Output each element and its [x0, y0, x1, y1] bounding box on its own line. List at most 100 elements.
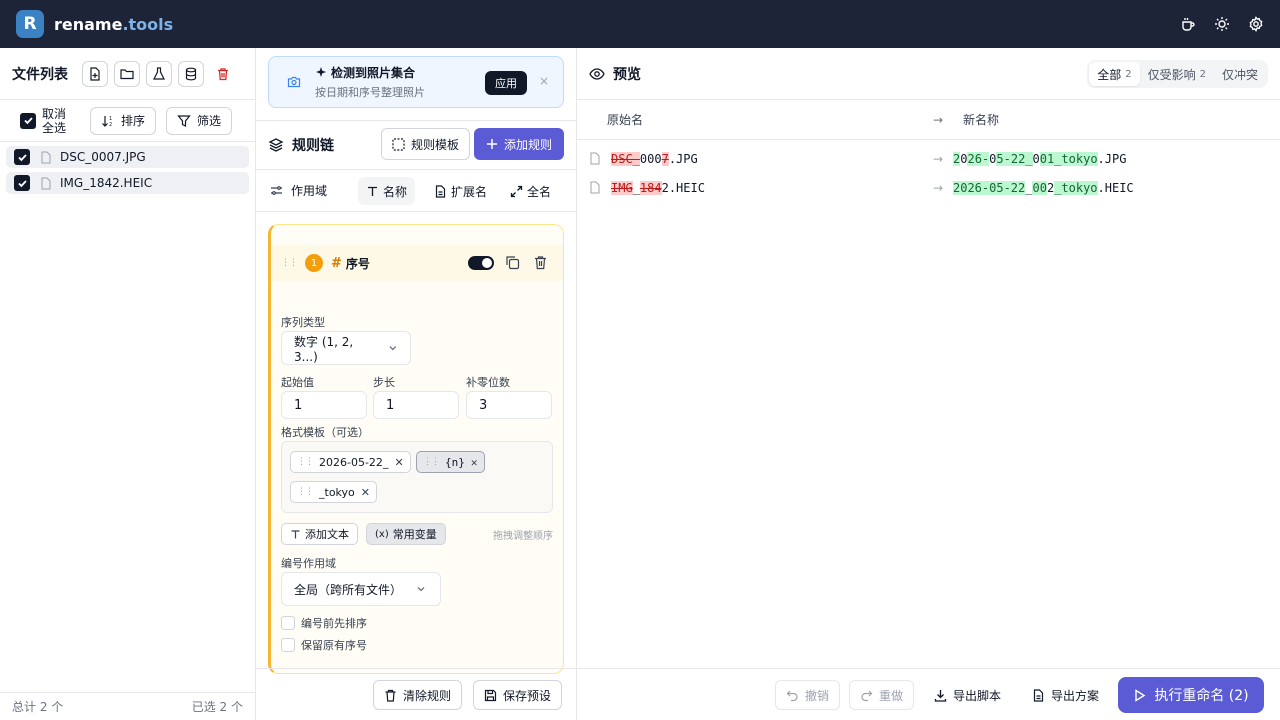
banner-title: 检测到照片集合	[315, 64, 425, 81]
start-input[interactable]: 1	[281, 391, 367, 419]
variable-chip[interactable]: ⋮⋮ {n} ✕	[416, 451, 485, 473]
sort-first-checkbox[interactable]	[281, 616, 295, 630]
scope-label: 作用域	[291, 184, 328, 198]
export-plan-button[interactable]: 导出方案	[1022, 680, 1109, 710]
file-name: IMG_1842.HEIC	[60, 176, 153, 190]
variable-icon: (x)	[375, 528, 389, 540]
close-icon[interactable]: ×	[539, 74, 549, 88]
added-segment: 00	[1032, 180, 1047, 195]
template-chip[interactable]: ⋮⋮ _tokyo ✕	[290, 481, 377, 503]
removed-segment: 184	[639, 180, 662, 195]
sort-icon: 12	[102, 115, 112, 128]
remove-chip-icon: ✕	[470, 455, 478, 469]
expand-icon	[510, 185, 523, 197]
numbering-scope-label: 编号作用域	[281, 557, 336, 570]
sun-icon[interactable]	[1212, 14, 1232, 34]
redo-button[interactable]: 重做	[849, 680, 915, 710]
original-name: DSC_0007.JPG	[611, 151, 698, 166]
file-checkbox[interactable]	[14, 175, 30, 191]
hash-icon: #	[331, 255, 342, 271]
file-text-icon	[435, 184, 446, 198]
export-script-button[interactable]: 导出脚本	[924, 680, 1011, 710]
trash-icon[interactable]	[533, 255, 548, 274]
total-count: 总计 2 个	[12, 700, 64, 714]
preview-row[interactable]: DSC_0007.JPG → 2026-05-22_001_tokyo.JPG	[577, 144, 1280, 173]
brand-name: rename	[54, 14, 123, 34]
file-text-icon	[1033, 688, 1044, 702]
file-row[interactable]: DSC_0007.JPG	[6, 146, 249, 168]
filter-conflicts[interactable]: 仅冲突	[1214, 62, 1266, 86]
template-chip[interactable]: ⋮⋮ 2026-05-22_ ✕	[290, 451, 411, 473]
save-icon	[484, 689, 497, 701]
add-file-button[interactable]	[82, 60, 108, 87]
undo-button[interactable]: 撤销	[775, 680, 841, 710]
file-name: DSC_0007.JPG	[60, 150, 146, 164]
seq-type-select[interactable]: 数字 (1, 2, 3...)	[281, 331, 411, 365]
drag-handle-icon[interactable]: ⋮⋮	[281, 258, 298, 268]
filter-button[interactable]: 筛选	[166, 106, 233, 135]
app-logo[interactable]: R	[16, 10, 44, 38]
filter-affected[interactable]: 仅受影响 2	[1140, 62, 1214, 86]
file-icon	[590, 152, 600, 165]
kept-segment: 0	[1032, 151, 1040, 166]
flask-button[interactable]	[146, 60, 172, 87]
select-all-checkbox[interactable]	[20, 112, 36, 129]
added-segment: 01_tokyo	[1039, 151, 1098, 166]
sliders-icon	[271, 186, 282, 195]
rule-enabled-toggle[interactable]	[468, 256, 494, 270]
common-vars-button[interactable]: (x) 常用变量	[366, 523, 446, 545]
add-rule-button[interactable]: 添加规则	[474, 128, 564, 160]
kept-segment: 000	[639, 151, 662, 166]
open-folder-button[interactable]	[114, 60, 140, 87]
trash-icon[interactable]	[210, 60, 236, 87]
download-icon	[934, 689, 947, 702]
pad-input[interactable]: 3	[466, 391, 552, 419]
save-preset-button[interactable]: 保存预设	[473, 680, 563, 710]
file-checkbox[interactable]	[14, 149, 30, 165]
kept-segment: .JPG	[668, 151, 698, 166]
file-row[interactable]: IMG_1842.HEIC	[6, 172, 249, 194]
settings-icon[interactable]	[1246, 14, 1266, 34]
sort-button[interactable]: 12 排序	[90, 106, 157, 135]
rule-name: 序号	[345, 256, 370, 271]
file-list-header: 文件列表	[0, 48, 255, 100]
remove-chip-icon: ✕	[394, 455, 404, 469]
added-segment: _tokyo	[1054, 180, 1098, 195]
tab-extension[interactable]: 扩展名	[426, 177, 495, 205]
kept-segment: .HEIC	[1097, 180, 1134, 195]
original-name: IMG_1842.HEIC	[611, 180, 705, 195]
drag-hint: 拖拽调整顺序	[493, 531, 553, 542]
keep-original-option[interactable]: 保留原有序号	[281, 637, 367, 653]
sort-first-option[interactable]: 编号前先排序	[281, 615, 367, 631]
new-name: 2026-05-22_001_tokyo.JPG	[953, 151, 1126, 166]
format-template-box[interactable]: ⋮⋮ 2026-05-22_ ✕ ⋮⋮ {n} ✕ ⋮⋮ _tokyo ✕	[281, 441, 553, 513]
kept-segment: 2.HEIC	[661, 180, 705, 195]
filter-all[interactable]: 全部 2	[1089, 62, 1140, 86]
apply-button[interactable]: 应用	[485, 71, 527, 95]
run-rename-button[interactable]: 执行重命名 (2)	[1118, 677, 1264, 713]
coffee-icon[interactable]	[1178, 14, 1198, 34]
sort-label: 排序	[121, 114, 146, 128]
added-segment: 2026-05-22	[953, 180, 1026, 195]
app-brand[interactable]: rename.tools	[54, 15, 173, 34]
add-text-button[interactable]: 添加文本	[281, 523, 358, 545]
tab-fullname[interactable]: 全名	[502, 177, 559, 205]
text-icon	[368, 186, 377, 196]
database-button[interactable]	[178, 60, 204, 87]
preview-row[interactable]: IMG_1842.HEIC → 2026-05-22_002_tokyo.HEI…	[577, 173, 1280, 202]
select-all-toggle[interactable]: 取消 全选	[20, 107, 68, 135]
grip-icon: ⋮⋮	[297, 457, 314, 467]
tab-name[interactable]: 名称	[358, 177, 416, 205]
added-segment: 26-	[967, 151, 990, 166]
duplicate-icon[interactable]	[505, 255, 520, 274]
clear-rules-button[interactable]: 清除规则	[373, 680, 463, 710]
rules-panel: 检测到照片集合 按日期和序号整理照片 应用 × 规则链 规则模板 添加规则 作用…	[256, 48, 577, 720]
text-icon	[291, 529, 300, 538]
keep-original-checkbox[interactable]	[281, 638, 295, 652]
col-new: 新名称	[963, 113, 1000, 127]
numbering-scope-select[interactable]: 全局（跨所有文件）	[281, 572, 441, 606]
step-input[interactable]: 1	[373, 391, 459, 419]
preview-column-header: 原始名 → 新名称	[577, 100, 1280, 140]
rule-template-button[interactable]: 规则模板	[381, 128, 471, 160]
arrow-right-icon: →	[933, 112, 944, 127]
